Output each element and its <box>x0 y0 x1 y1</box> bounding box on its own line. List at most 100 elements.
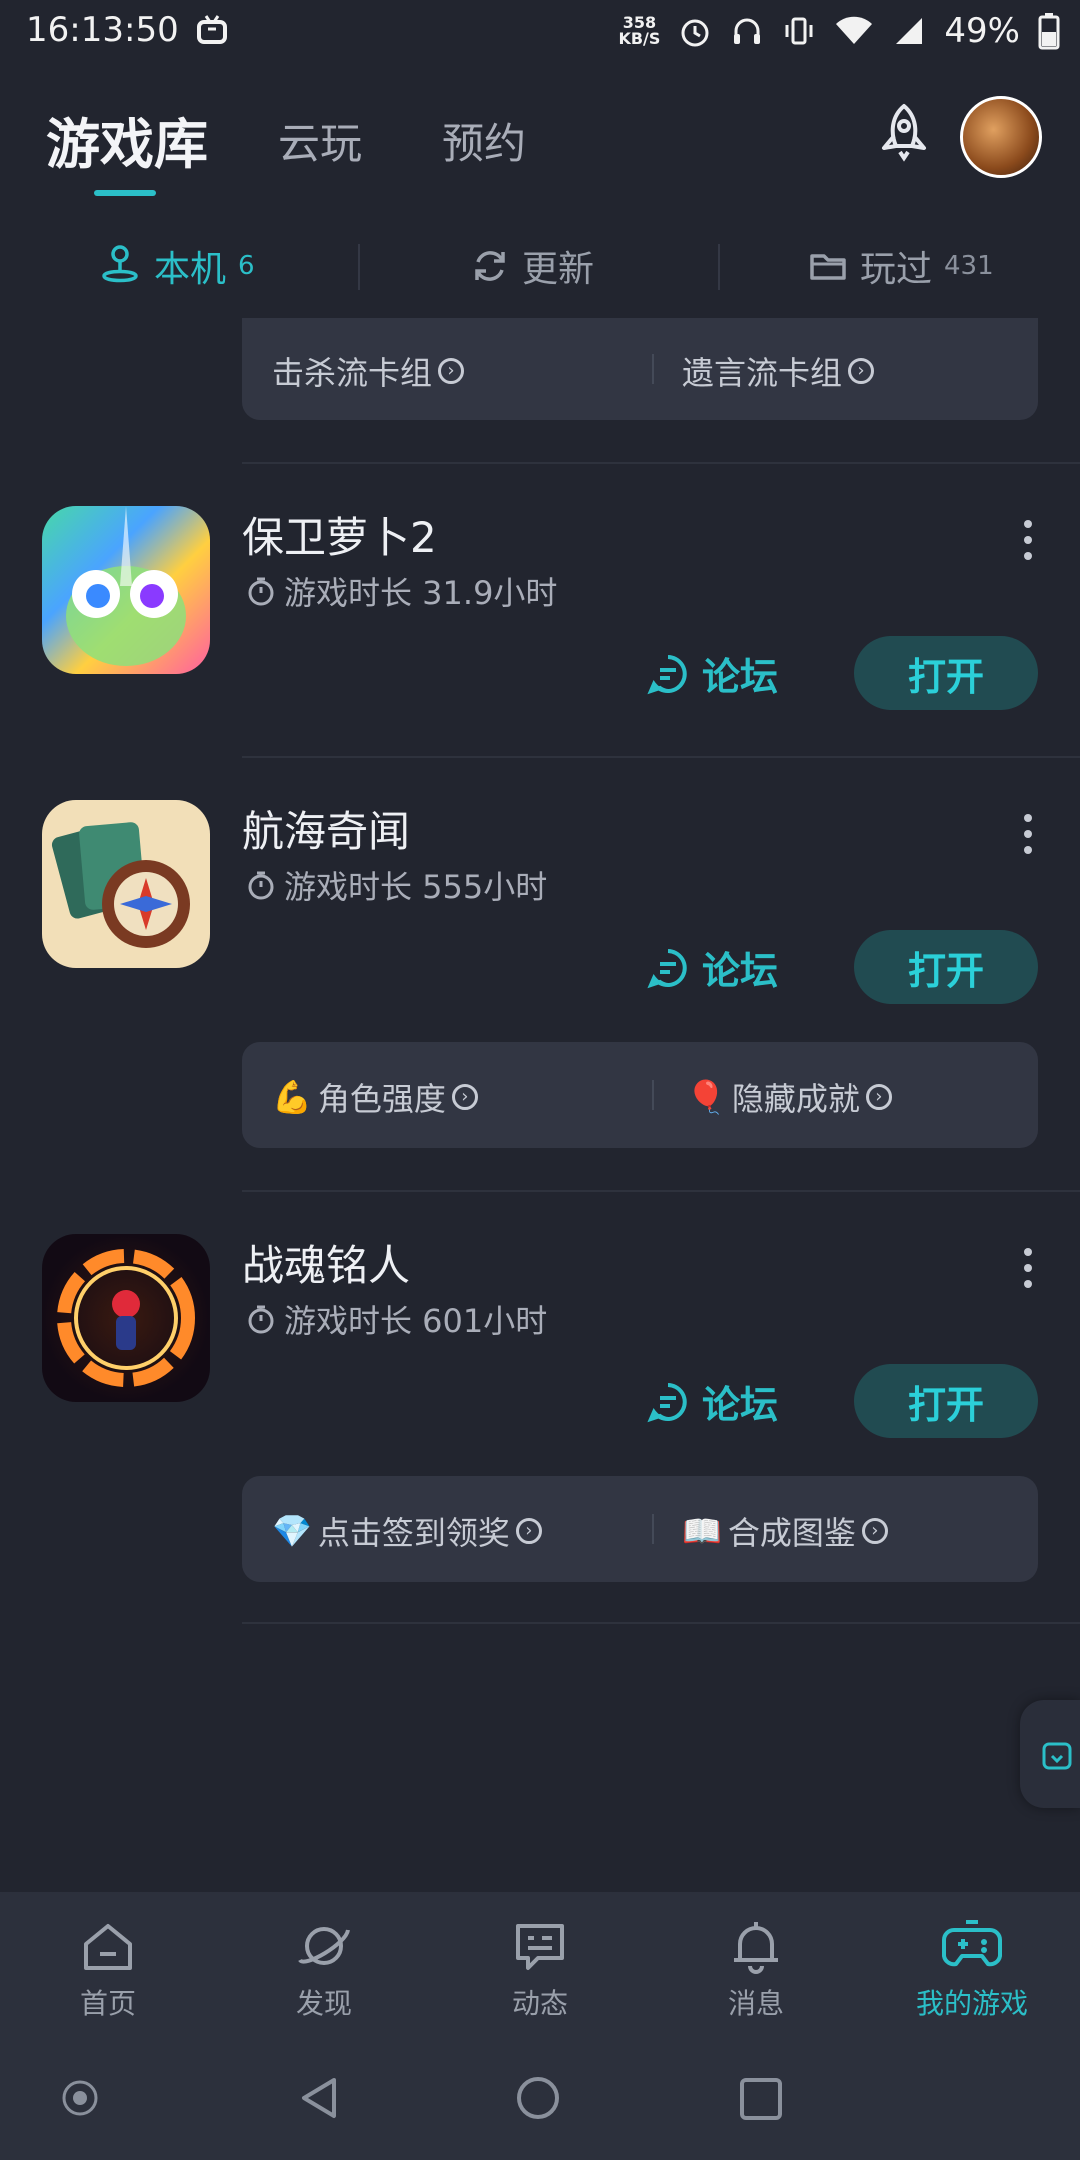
shortcut-kill-deck[interactable]: 击杀流卡组 › <box>272 348 465 394</box>
subtab-local-count: 6 <box>238 251 255 281</box>
chevron-right-icon: › <box>438 358 465 384</box>
game-playtime: 游戏时长 31.9小时 <box>246 568 557 614</box>
shortcut-lastwords-deck[interactable]: 遗言流卡组 › <box>682 348 875 394</box>
battery-percent: 49% <box>944 11 1020 51</box>
net-speed: 358 KB/S <box>618 13 661 48</box>
subtab-divider <box>358 244 360 290</box>
status-time: 16:13:50 <box>26 10 179 50</box>
rocket-icon[interactable] <box>872 100 936 164</box>
shortcut-card: 💪 角色强度 › 🎈 隐藏成就 › <box>242 1042 1038 1148</box>
tab-cloud-play[interactable]: 云玩 <box>278 110 362 171</box>
chevron-right-icon: › <box>451 1084 478 1110</box>
fire-ring-icon <box>57 1249 195 1387</box>
chevron-right-icon: › <box>848 358 875 384</box>
chevron-right-icon: › <box>865 1084 892 1110</box>
compass-cards-icon <box>51 822 190 948</box>
nav-discover[interactable]: 发现 <box>244 1916 404 2022</box>
planet-icon <box>298 1927 350 1965</box>
tab-game-library[interactable]: 游戏库 <box>46 100 208 179</box>
open-game-button[interactable]: 打开 <box>854 930 1038 1004</box>
chevron-right-icon: › <box>515 1518 542 1544</box>
shortcut-card: 💎 点击签到领奖 › 📖 合成图鉴 › <box>242 1476 1038 1582</box>
battery-icon <box>1038 13 1060 50</box>
game-playtime: 游戏时长 555小时 <box>246 862 547 908</box>
shortcut-checkin-reward[interactable]: 💎 点击签到领奖 › <box>272 1508 542 1554</box>
floating-shortcut-button[interactable] <box>1020 1700 1080 1808</box>
shortcut-crafting-guide[interactable]: 📖 合成图鉴 › <box>682 1508 888 1554</box>
subtab-played-count: 431 <box>944 251 994 281</box>
game-row: 保卫萝卜2 游戏时长 31.9小时 论坛 打开 <box>0 462 1080 756</box>
muscle-icon: 💪 <box>272 1078 312 1116</box>
game-icon-soul-knight[interactable] <box>42 1234 210 1402</box>
balloon-icon: 🎈 <box>686 1078 726 1116</box>
home-button-icon[interactable] <box>514 2074 562 2122</box>
bell-icon <box>734 1922 778 1974</box>
subtab-played[interactable]: 玩过 431 <box>808 236 994 296</box>
subtab-played-label: 玩过 <box>860 249 933 290</box>
nav-messages[interactable]: 消息 <box>676 1916 836 2022</box>
nav-home[interactable]: 首页 <box>28 1916 188 2022</box>
active-tab-indicator <box>94 190 156 196</box>
vibrate-icon <box>785 17 813 45</box>
more-options-icon[interactable] <box>1022 1248 1034 1288</box>
status-right-cluster: 358 KB/S 49% <box>618 6 1060 56</box>
subtab-update[interactable]: 更新 <box>470 236 594 296</box>
shortcut-role-strength[interactable]: 💪 角色强度 › <box>272 1074 478 1120</box>
forum-icon <box>647 654 687 694</box>
user-avatar[interactable] <box>960 96 1042 178</box>
forum-button[interactable]: 论坛 <box>646 1374 778 1429</box>
status-bar: 16:13:50 358 KB/S 49% <box>0 0 1080 60</box>
card-divider <box>652 1514 654 1544</box>
monster-icon <box>66 506 186 666</box>
back-icon[interactable] <box>296 2074 344 2122</box>
game-title[interactable]: 战魂铭人 <box>242 1232 410 1293</box>
diamond-icon: 💎 <box>272 1512 312 1550</box>
timer-icon <box>248 871 274 900</box>
alarm-icon <box>681 19 709 47</box>
open-game-button[interactable]: 打开 <box>854 636 1038 710</box>
nav-my-games[interactable]: 我的游戏 <box>892 1916 1052 2022</box>
tab-reservation[interactable]: 预约 <box>442 110 526 171</box>
list-divider <box>242 1622 1080 1624</box>
download-icon <box>1042 1742 1072 1770</box>
shortcut-hidden-achievements[interactable]: 🎈 隐藏成就 › <box>686 1074 892 1120</box>
forum-icon <box>647 1382 687 1422</box>
open-game-button[interactable]: 打开 <box>854 1364 1038 1438</box>
chevron-right-icon: › <box>861 1518 888 1544</box>
subtab-divider <box>718 244 720 290</box>
more-options-icon[interactable] <box>1022 520 1034 560</box>
subtab-local-label: 本机 <box>154 249 227 290</box>
recents-icon[interactable] <box>738 2076 784 2122</box>
timer-icon <box>248 577 274 606</box>
more-options-icon[interactable] <box>1022 814 1034 854</box>
game-icon-voyage[interactable] <box>42 800 210 968</box>
refresh-icon <box>475 251 505 281</box>
joystick-icon <box>102 245 138 283</box>
headphone-icon <box>734 18 761 44</box>
game-row: 战魂铭人 游戏时长 601小时 论坛 打开 💎 点击签到领奖 › 📖 合成图鉴 … <box>0 1190 1080 1624</box>
game-icon-carrot[interactable] <box>42 506 210 674</box>
book-icon: 📖 <box>682 1512 722 1550</box>
subtab-update-label: 更新 <box>522 249 595 290</box>
signal-icon <box>896 18 923 44</box>
wifi-icon <box>836 16 873 44</box>
nav-activity[interactable]: 动态 <box>460 1916 620 2022</box>
game-title[interactable]: 保卫萝卜2 <box>242 504 437 565</box>
game-playtime: 游戏时长 601小时 <box>246 1296 547 1342</box>
game-title[interactable]: 航海奇闻 <box>242 798 410 859</box>
home-icon <box>84 1924 132 1970</box>
tv-icon <box>197 15 227 44</box>
forum-icon <box>647 948 687 988</box>
folder-icon <box>810 254 846 280</box>
card-divider <box>652 1080 654 1110</box>
gamepad-icon <box>942 1920 1002 1967</box>
game-row: 航海奇闻 游戏时长 555小时 论坛 打开 💪 角色强度 › 🎈 隐藏成就 › <box>0 756 1080 1192</box>
card-divider <box>652 354 654 384</box>
forum-button[interactable]: 论坛 <box>646 646 778 701</box>
timer-icon <box>248 1305 274 1334</box>
subtab-local[interactable]: 本机 6 <box>98 236 255 296</box>
forum-button[interactable]: 论坛 <box>646 940 778 995</box>
shortcut-card: 击杀流卡组 › 遗言流卡组 › <box>242 318 1038 420</box>
chat-icon <box>516 1924 564 1970</box>
assistant-dot-icon[interactable] <box>60 2078 100 2118</box>
